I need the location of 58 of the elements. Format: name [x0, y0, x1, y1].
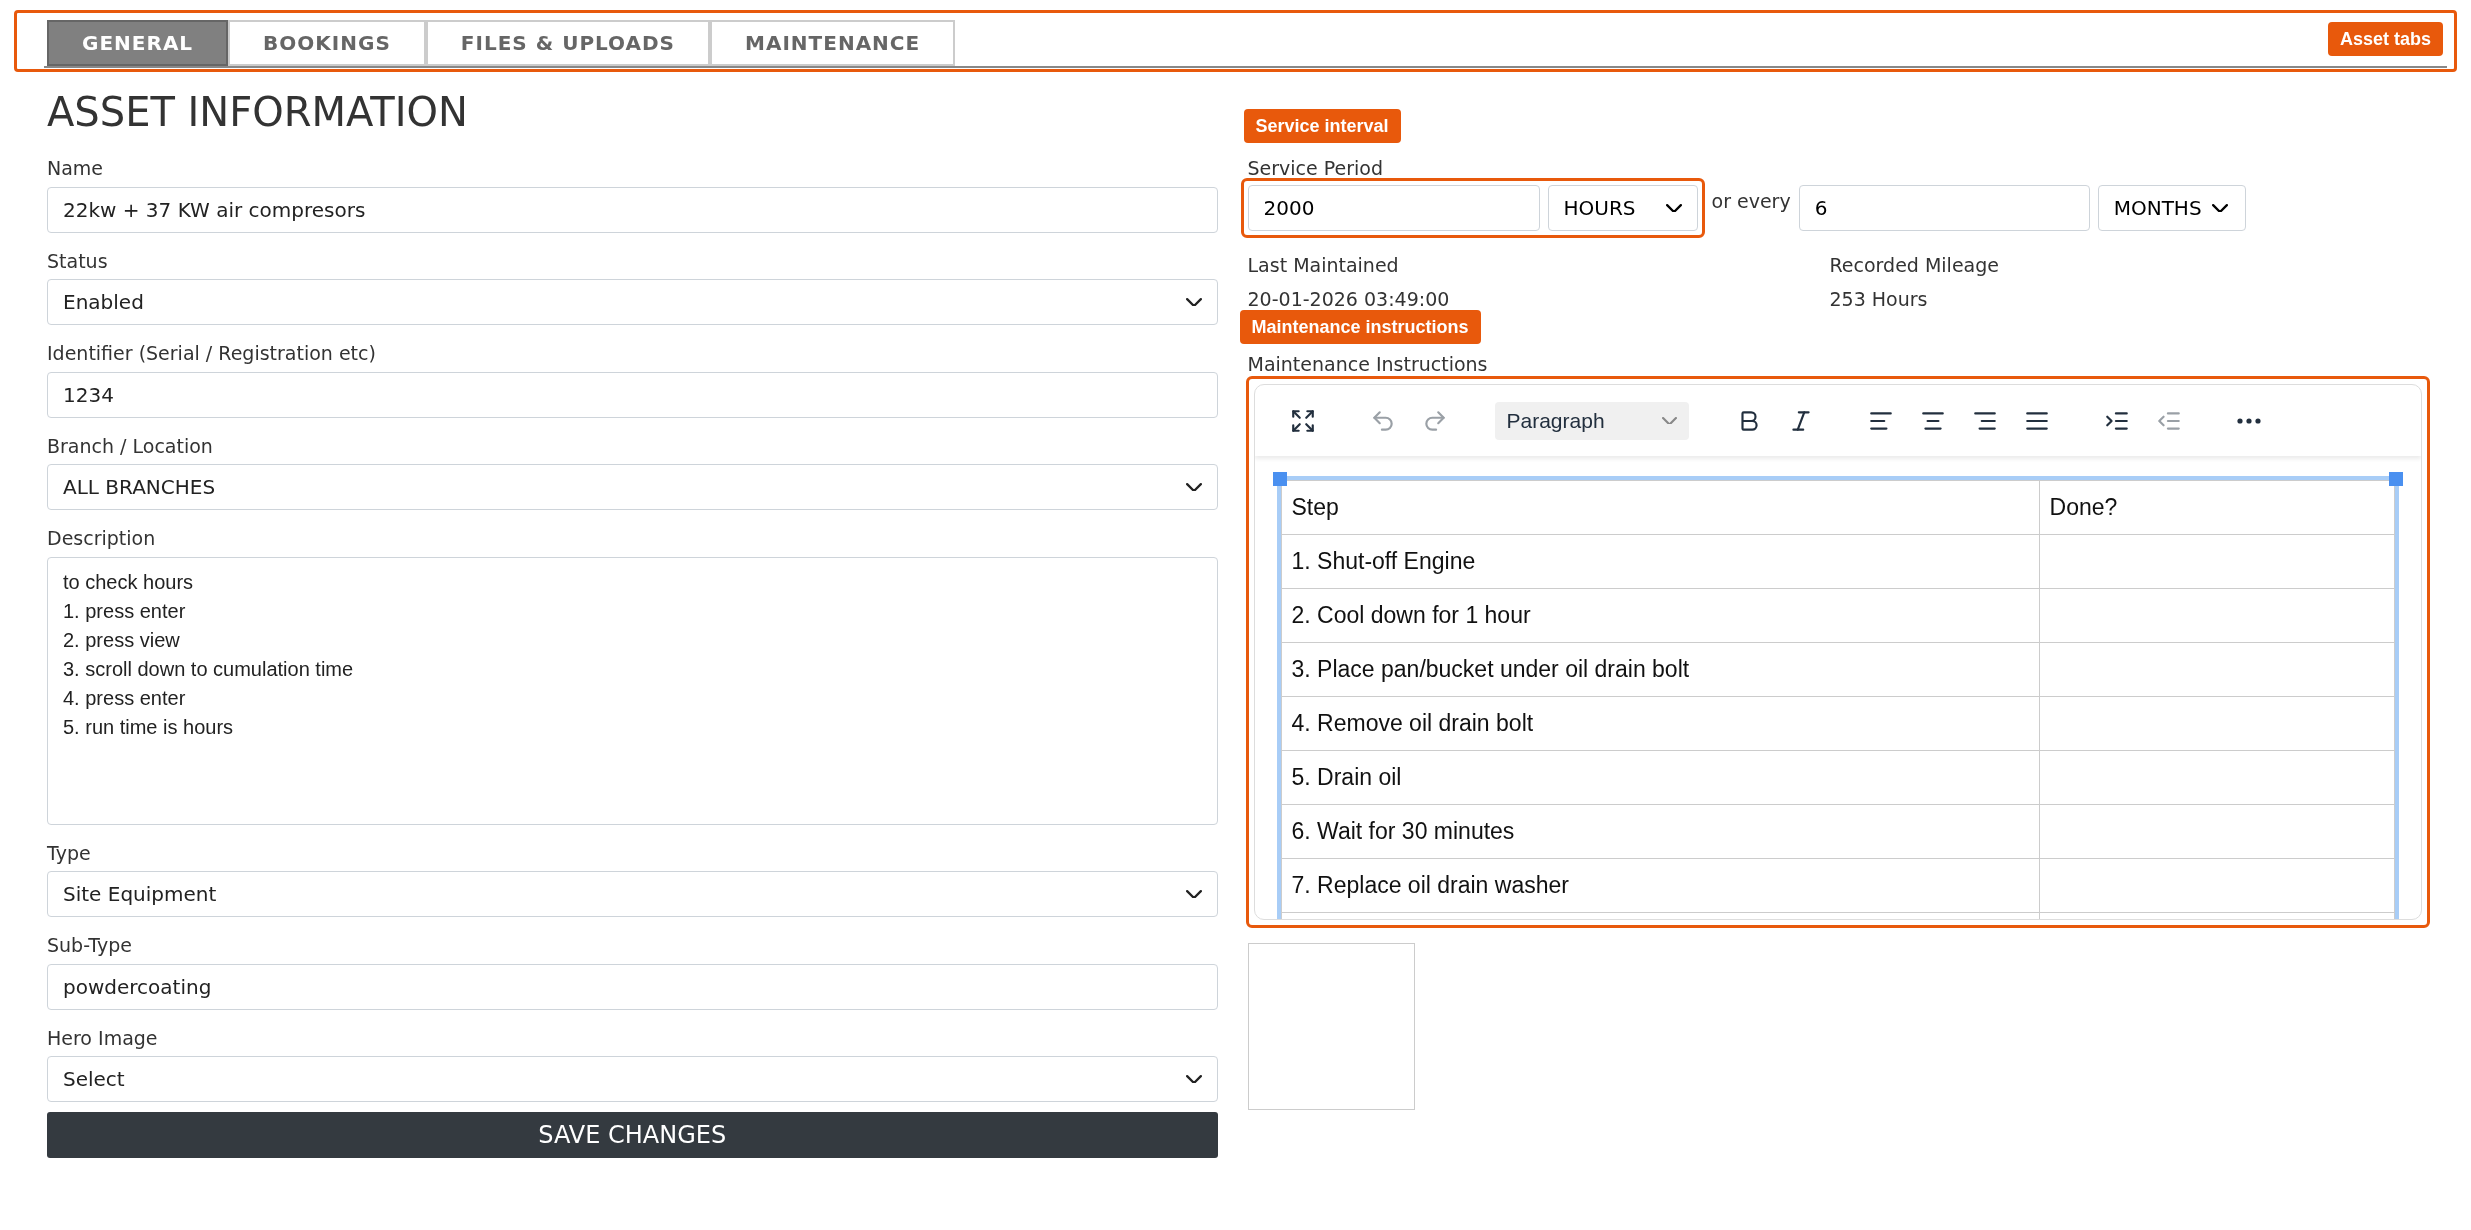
unit-select[interactable]: HOURS	[1547, 184, 1698, 231]
text-field[interactable]: powdercoating	[47, 963, 1218, 1010]
more-icon	[2236, 417, 2261, 424]
resize-handle[interactable]	[1272, 472, 1287, 486]
page-title: ASSET INFORMATION	[47, 88, 469, 136]
chevron-down-icon	[2211, 203, 2228, 212]
table-cell: 3. Place pan/bucket under oil drain bolt	[1281, 642, 2039, 697]
tab[interactable]: GENERAL	[47, 20, 229, 66]
chevron-down-icon	[1185, 298, 1202, 306]
field-label: Hero Image	[47, 1025, 159, 1051]
text-field[interactable]: 22kw + 37 KW air compresors	[47, 186, 1218, 233]
description-field[interactable]: to check hours 1. press enter 2. press view 3. scroll down to cumulation time 4. press enter 5. run time is hours	[47, 556, 1218, 825]
callout-label: Service interval	[1243, 108, 1401, 143]
text-field[interactable]: 1234	[47, 371, 1218, 418]
chevron-down-icon	[1185, 1075, 1202, 1083]
table-cell: 7. Replace oil drain washer	[1281, 858, 2039, 913]
table-cell: 5. Drain oil	[1281, 750, 2039, 805]
info-label: Recorded Mileage	[1829, 252, 2000, 278]
table-cell: 6. Wait for 30 minutes	[1281, 804, 2039, 859]
save-button[interactable]: SAVE CHANGES	[47, 1112, 1218, 1158]
unit-select[interactable]: MONTHS	[2097, 184, 2246, 231]
or-every-label: or every	[1711, 188, 1791, 214]
tab[interactable]: FILES & UPLOADS	[425, 20, 711, 66]
callout-label: Maintenance instructions	[1239, 309, 1481, 344]
field-label: Branch / Location	[47, 433, 214, 459]
select-field[interactable]: Select	[47, 1056, 1218, 1102]
tab[interactable]: BOOKINGS	[228, 20, 426, 66]
table-cell: 2. Cool down for 1 hour	[1281, 588, 2039, 643]
tab[interactable]: MAINTENANCE	[710, 20, 956, 66]
field-label: Description	[47, 526, 157, 551]
field-label: Service Period	[1247, 156, 1385, 181]
table-cell: Done?	[2039, 480, 2394, 535]
select-field[interactable]: ALL BRANCHES	[47, 464, 1218, 510]
field-label: Type	[47, 840, 92, 866]
field-label: Identifier (Serial / Registration etc)	[47, 341, 377, 366]
rich-text-editor[interactable]: Paragraph Step Done? 1. Shut-off Engine 2. Cool down for 1 hour 3. Place pan/bucket under oil drain bolt 4. Remove oil drain bolt 5. Drain oil 6. Wait for 30 minutes 7. Replace oil drain washer	[1253, 384, 2422, 920]
text-field[interactable]: 2000	[1247, 184, 1540, 231]
callout-label: Asset tabs	[2327, 22, 2443, 56]
info-label: Last Maintained	[1247, 252, 1400, 278]
chevron-down-icon	[1665, 203, 1682, 212]
select-field[interactable]: Enabled	[47, 279, 1218, 325]
text-field[interactable]: 6	[1798, 184, 2090, 231]
chevron-down-icon	[1185, 483, 1202, 491]
chevron-down-icon	[1185, 890, 1202, 898]
resize-handle[interactable]	[2388, 472, 2403, 486]
format-select[interactable]: Paragraph	[1494, 401, 1689, 440]
chevron-down-icon	[1661, 416, 1677, 425]
info-value: 253 Hours	[1829, 287, 1929, 312]
field-label: Sub-Type	[47, 933, 133, 958]
info-value: 20-01-2026 03:49:00	[1247, 287, 1451, 312]
table-cell: Step	[1281, 480, 2039, 535]
select-field[interactable]: Site Equipment	[47, 871, 1218, 917]
field-label: Status	[47, 248, 109, 274]
fullscreen-icon	[1289, 407, 1316, 434]
field-label: Name	[47, 156, 105, 181]
field-label: Maintenance Instructions	[1247, 352, 1488, 375]
table-cell: 4. Remove oil drain bolt	[1281, 696, 2039, 751]
table-cell: 1. Shut-off Engine	[1281, 534, 2039, 589]
